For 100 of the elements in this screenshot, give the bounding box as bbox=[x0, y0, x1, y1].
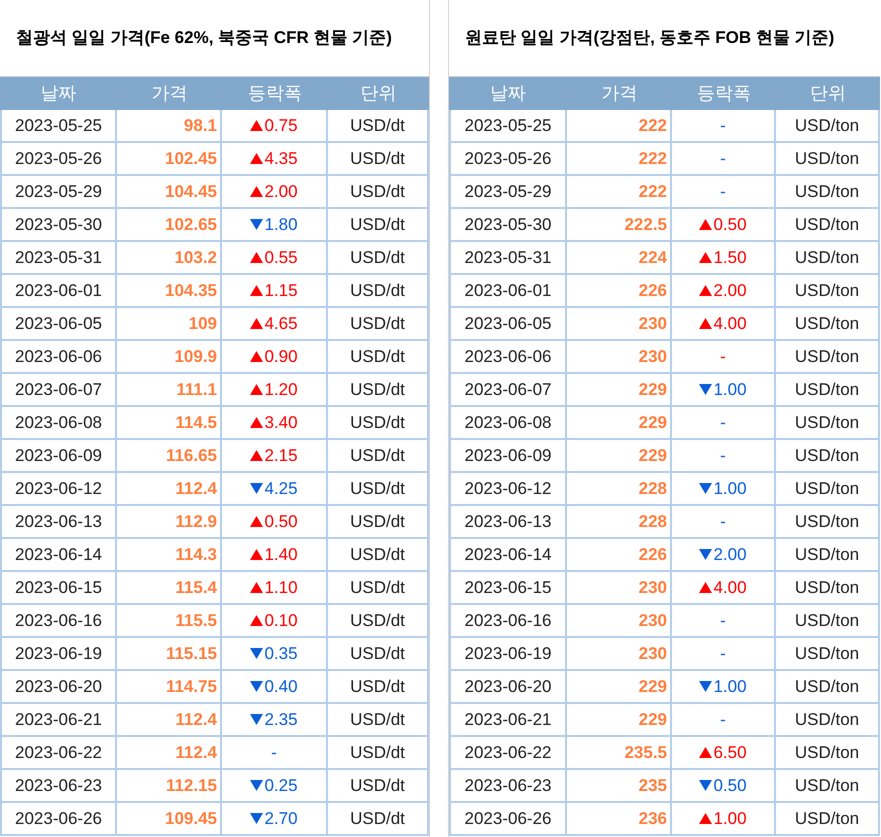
price-cell-text: 230 bbox=[638, 576, 667, 599]
column-header: 날짜 bbox=[489, 82, 527, 105]
change-value: - bbox=[720, 610, 726, 632]
up-triangle-icon bbox=[699, 252, 712, 263]
date-cell-text: 2023-05-30 bbox=[464, 214, 552, 236]
change-value: - bbox=[720, 510, 726, 533]
change-value: 3.40 bbox=[264, 412, 298, 434]
up-triangle-icon bbox=[699, 318, 712, 329]
up-triangle-icon bbox=[250, 549, 264, 560]
down-triangle-icon bbox=[250, 714, 264, 725]
date-cell-text: 2023-06-07 bbox=[15, 378, 102, 401]
unit-cell-text: USD/ton bbox=[794, 478, 860, 500]
date-cell-text: 2023-05-25 bbox=[15, 114, 102, 137]
change-value: - bbox=[720, 346, 726, 368]
down-triangle-icon bbox=[250, 648, 264, 659]
column-header: 등락폭 bbox=[696, 82, 752, 105]
unit-cell-text: USD/ton bbox=[794, 412, 860, 434]
price-cell-text: 222.5 bbox=[624, 214, 667, 236]
column-header: 등락폭 bbox=[247, 82, 303, 105]
column-header: 가격 bbox=[600, 82, 638, 105]
date-cell-text: 2023-06-14 bbox=[464, 544, 552, 566]
unit-cell-text: USD/dt bbox=[350, 180, 405, 203]
table-title: 원료탄 일일 가격(강점탄, 동호주 FOB 현물 기준) bbox=[465, 27, 834, 50]
price-cell-text: 115.5 bbox=[175, 610, 217, 632]
change-value: 2.00 bbox=[713, 280, 747, 302]
down-triangle-icon bbox=[699, 384, 712, 395]
change-value: - bbox=[271, 742, 277, 764]
date-cell-text: 2023-06-20 bbox=[15, 676, 102, 698]
date-cell-text: 2023-06-19 bbox=[464, 642, 552, 665]
date-cell-text: 2023-06-26 bbox=[464, 808, 552, 830]
unit-cell-text: USD/dt bbox=[350, 544, 405, 566]
up-triangle-icon bbox=[699, 813, 712, 824]
date-cell-text: 2023-06-16 bbox=[15, 610, 102, 632]
price-cell-text: 222 bbox=[638, 148, 667, 170]
down-triangle-icon bbox=[699, 549, 712, 560]
change-value: 2.15 bbox=[264, 444, 298, 467]
column-header: 단위 bbox=[360, 82, 398, 105]
unit-cell-text: USD/dt bbox=[350, 148, 405, 170]
unit-cell-text: USD/dt bbox=[350, 214, 405, 236]
down-triangle-icon bbox=[699, 483, 712, 494]
unit-cell-text: USD/ton bbox=[794, 346, 860, 368]
change-value: 1.15 bbox=[264, 280, 298, 302]
price-cell-text: 109.45 bbox=[165, 808, 217, 830]
change-value: 0.25 bbox=[264, 774, 298, 797]
date-cell-text: 2023-06-12 bbox=[464, 478, 552, 500]
price-cell-text: 229 bbox=[638, 444, 667, 467]
up-triangle-icon bbox=[250, 252, 264, 263]
date-cell-text: 2023-06-15 bbox=[464, 576, 552, 599]
unit-cell-text: USD/dt bbox=[350, 312, 405, 335]
price-cell-text: 112.9 bbox=[175, 510, 217, 533]
unit-cell-text: USD/ton bbox=[794, 544, 860, 566]
price-cell-text: 116.65 bbox=[166, 444, 217, 467]
up-triangle-icon bbox=[699, 285, 712, 296]
change-value: 0.40 bbox=[264, 676, 298, 698]
price-cell-text: 226 bbox=[638, 544, 667, 566]
date-cell-text: 2023-05-30 bbox=[15, 214, 102, 236]
unit-cell-text: USD/ton bbox=[794, 214, 860, 236]
price-cell-text: 235 bbox=[638, 774, 667, 797]
change-value: 1.50 bbox=[713, 246, 747, 269]
price-cell-text: 226 bbox=[638, 280, 667, 302]
price-cell-text: 114.75 bbox=[166, 676, 217, 698]
unit-cell-text: USD/dt bbox=[350, 114, 405, 137]
unit-cell-text: USD/ton bbox=[794, 774, 860, 797]
unit-cell-text: USD/dt bbox=[350, 444, 405, 467]
down-triangle-icon bbox=[250, 219, 264, 230]
change-value: 4.00 bbox=[713, 312, 747, 335]
unit-cell-text: USD/dt bbox=[350, 742, 405, 764]
change-value: 2.00 bbox=[713, 544, 747, 566]
change-value: 0.35 bbox=[264, 642, 298, 665]
date-cell-text: 2023-06-05 bbox=[15, 312, 102, 335]
price-cell-text: 222 bbox=[638, 180, 667, 203]
price-cell-text: 229 bbox=[638, 412, 667, 434]
change-value: 4.65 bbox=[264, 312, 298, 335]
unit-cell-text: USD/ton bbox=[794, 610, 860, 632]
up-triangle-icon bbox=[250, 153, 264, 164]
unit-cell-text: USD/ton bbox=[794, 742, 860, 764]
unit-cell-text: USD/ton bbox=[794, 576, 860, 599]
up-triangle-icon bbox=[250, 582, 264, 593]
unit-cell-text: USD/ton bbox=[794, 148, 860, 170]
unit-cell-text: USD/ton bbox=[794, 114, 860, 137]
unit-cell-text: USD/dt bbox=[350, 346, 405, 368]
price-cell-text: 235.5 bbox=[624, 742, 667, 764]
change-value: - bbox=[720, 444, 726, 467]
change-value: 2.35 bbox=[264, 708, 298, 731]
change-value: - bbox=[720, 180, 726, 203]
date-cell-text: 2023-06-05 bbox=[464, 312, 552, 335]
unit-cell-text: USD/ton bbox=[794, 642, 860, 665]
unit-cell-text: USD/dt bbox=[350, 808, 405, 830]
up-triangle-icon bbox=[250, 615, 264, 626]
price-cell-text: 222 bbox=[638, 114, 667, 137]
change-value: 1.80 bbox=[264, 214, 298, 236]
up-triangle-icon bbox=[250, 285, 264, 296]
price-cell-text: 98.1 bbox=[184, 114, 217, 137]
date-cell-text: 2023-06-12 bbox=[15, 478, 102, 500]
change-value: 1.00 bbox=[713, 378, 747, 401]
date-cell-text: 2023-06-14 bbox=[15, 544, 102, 566]
date-cell-text: 2023-05-26 bbox=[464, 148, 552, 170]
up-triangle-icon bbox=[250, 450, 264, 461]
date-cell-text: 2023-06-22 bbox=[464, 742, 552, 764]
price-cell-text: 230 bbox=[638, 610, 667, 632]
